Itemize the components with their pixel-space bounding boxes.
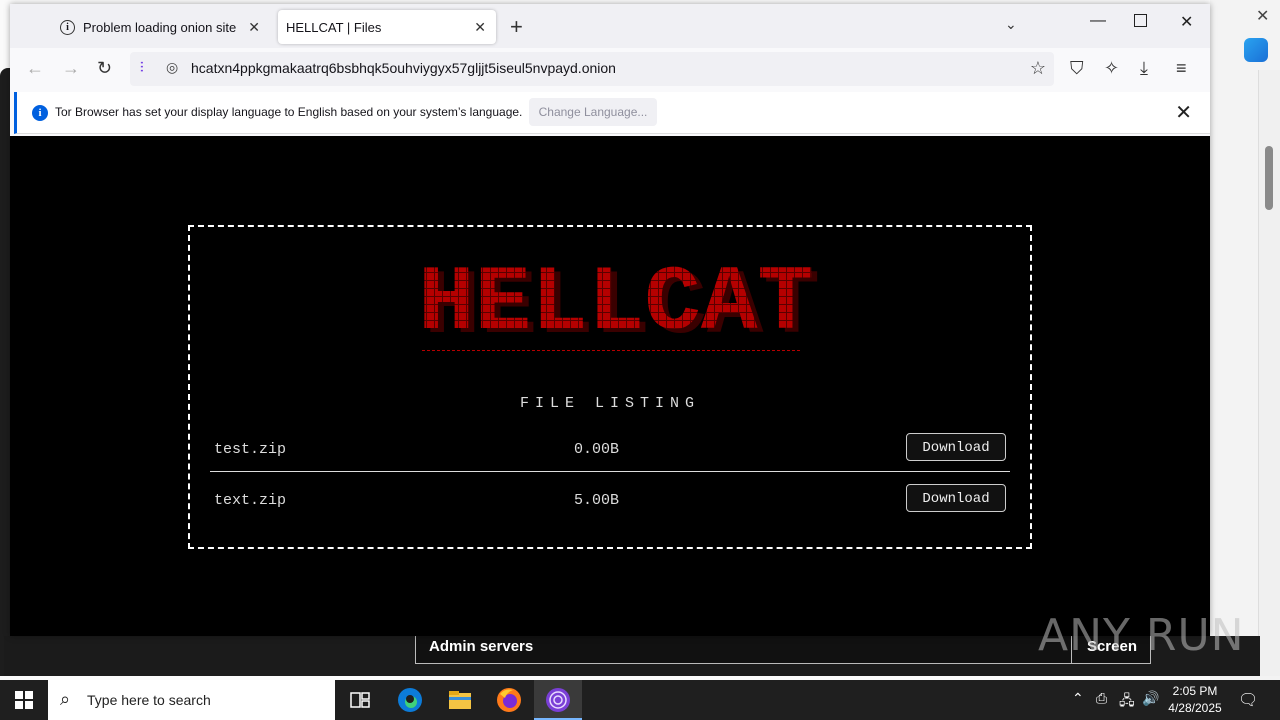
onion-circuit-icon[interactable]: ⫶ xyxy=(140,59,144,76)
edge-icon[interactable] xyxy=(396,686,424,714)
tab-problem-loading[interactable]: i Problem loading onion site ✕ xyxy=(50,10,270,44)
tor-browser-taskbar-button[interactable] xyxy=(534,680,582,720)
tab-bar: i Problem loading onion site ✕ HELLCAT |… xyxy=(10,4,1210,48)
close-tab-icon[interactable]: ✕ xyxy=(248,19,260,36)
taskbar-search-box[interactable]: ⌕ Type here to search xyxy=(48,680,335,720)
info-icon: i xyxy=(32,105,48,121)
chevron-up-icon[interactable]: ⌃ xyxy=(1072,690,1084,707)
new-identity-icon[interactable]: ✧ xyxy=(1104,58,1119,79)
shield-icon[interactable]: ⛉ xyxy=(1070,58,1084,79)
new-tab-icon[interactable]: + xyxy=(510,14,523,40)
windows-start-icon[interactable] xyxy=(15,691,33,709)
minimize-icon[interactable]: — xyxy=(1090,12,1106,30)
logo-text: HELLCAT xyxy=(418,256,814,336)
notification-icon[interactable]: 🗨 xyxy=(1238,690,1258,710)
file-row: text.zip 5.00B Download xyxy=(210,482,1010,522)
file-explorer-icon[interactable] xyxy=(446,686,474,714)
hellcat-logo: HELLCAT HELLCAT xyxy=(418,256,818,336)
logo-underline xyxy=(422,350,800,351)
close-window-icon[interactable]: ✕ xyxy=(1180,12,1193,32)
page-content: HELLCAT HELLCAT FILE LISTING test.zip 0.… xyxy=(10,136,1210,636)
maximize-icon[interactable] xyxy=(1134,14,1147,27)
background-scrollbar[interactable] xyxy=(1258,70,1280,676)
search-placeholder: Type here to search xyxy=(87,692,211,708)
notification-text: Tor Browser has set your display languag… xyxy=(55,105,523,119)
scrollbar-thumb[interactable] xyxy=(1265,146,1273,210)
address-bar[interactable]: ⫶ ◎ hcatxn4ppkgmakaatrq6bsbhqk5ouhviygyx… xyxy=(130,52,1054,86)
volume-icon[interactable]: 🔊 xyxy=(1142,690,1159,707)
download-icon[interactable]: ⤓ xyxy=(1140,58,1148,79)
file-listing-title: FILE LISTING xyxy=(519,395,701,412)
clock-time: 2:05 PM xyxy=(1172,684,1218,698)
info-icon: i xyxy=(60,19,75,35)
clock[interactable]: 2:05 PM 4/28/2025 xyxy=(1160,683,1230,717)
back-icon[interactable]: ← xyxy=(26,58,44,79)
file-row: test.zip 0.00B Download xyxy=(210,431,1010,472)
chevron-down-icon[interactable]: ⌄ xyxy=(1005,16,1017,33)
anyrun-watermark: ANY RUN xyxy=(1038,610,1245,661)
search-icon: ⌕ xyxy=(60,689,71,709)
network-icon[interactable]: 🖧 xyxy=(1119,690,1135,714)
bookmark-star-icon[interactable]: ☆ xyxy=(1030,58,1046,79)
tab-hellcat-files[interactable]: HELLCAT | Files ✕ xyxy=(278,10,496,44)
tab-label: HELLCAT | Files xyxy=(286,19,382,35)
file-listing-panel: HELLCAT HELLCAT FILE LISTING test.zip 0.… xyxy=(188,225,1032,549)
task-view-icon[interactable] xyxy=(346,686,374,714)
forward-icon[interactable]: → xyxy=(62,58,80,79)
language-notification: i Tor Browser has set your display langu… xyxy=(14,92,1210,134)
network-device-icon[interactable]: ⎙ xyxy=(1096,690,1107,707)
file-size: 0.00B xyxy=(574,441,620,458)
admin-servers-label: Admin servers xyxy=(429,638,534,655)
copilot-icon[interactable] xyxy=(1244,38,1268,62)
tor-icon xyxy=(546,688,570,712)
close-tab-icon[interactable]: ✕ xyxy=(474,19,486,36)
file-size: 5.00B xyxy=(574,492,620,509)
navigation-bar: ← → ↻ ⫶ ◎ hcatxn4ppkgmakaatrq6bsbhqk5ouh… xyxy=(10,48,1210,92)
site-info-icon[interactable]: ◎ xyxy=(166,59,178,76)
clock-date: 4/28/2025 xyxy=(1168,701,1222,715)
reload-icon[interactable]: ↻ xyxy=(97,58,112,79)
tor-browser-window: i Problem loading onion site ✕ HELLCAT |… xyxy=(10,4,1210,636)
download-button[interactable]: Download xyxy=(906,484,1006,512)
close-icon[interactable]: ✕ xyxy=(1256,6,1269,26)
change-language-button[interactable]: Change Language... xyxy=(529,98,657,126)
file-name: test.zip xyxy=(214,441,287,458)
close-notification-icon[interactable]: ✕ xyxy=(1175,100,1192,125)
url-text[interactable]: hcatxn4ppkgmakaatrq6bsbhqk5ouhviygyx57gl… xyxy=(191,60,616,76)
download-button[interactable]: Download xyxy=(906,433,1006,461)
tab-label: Problem loading onion site xyxy=(83,19,237,35)
taskbar: ⌕ Type here to search ⌃ ⎙ 🖧 🔊 2:05 PM 4/… xyxy=(0,680,1280,720)
menu-icon[interactable]: ≡ xyxy=(1176,58,1187,79)
file-name: text.zip xyxy=(214,492,287,509)
firefox-icon[interactable] xyxy=(495,686,523,714)
